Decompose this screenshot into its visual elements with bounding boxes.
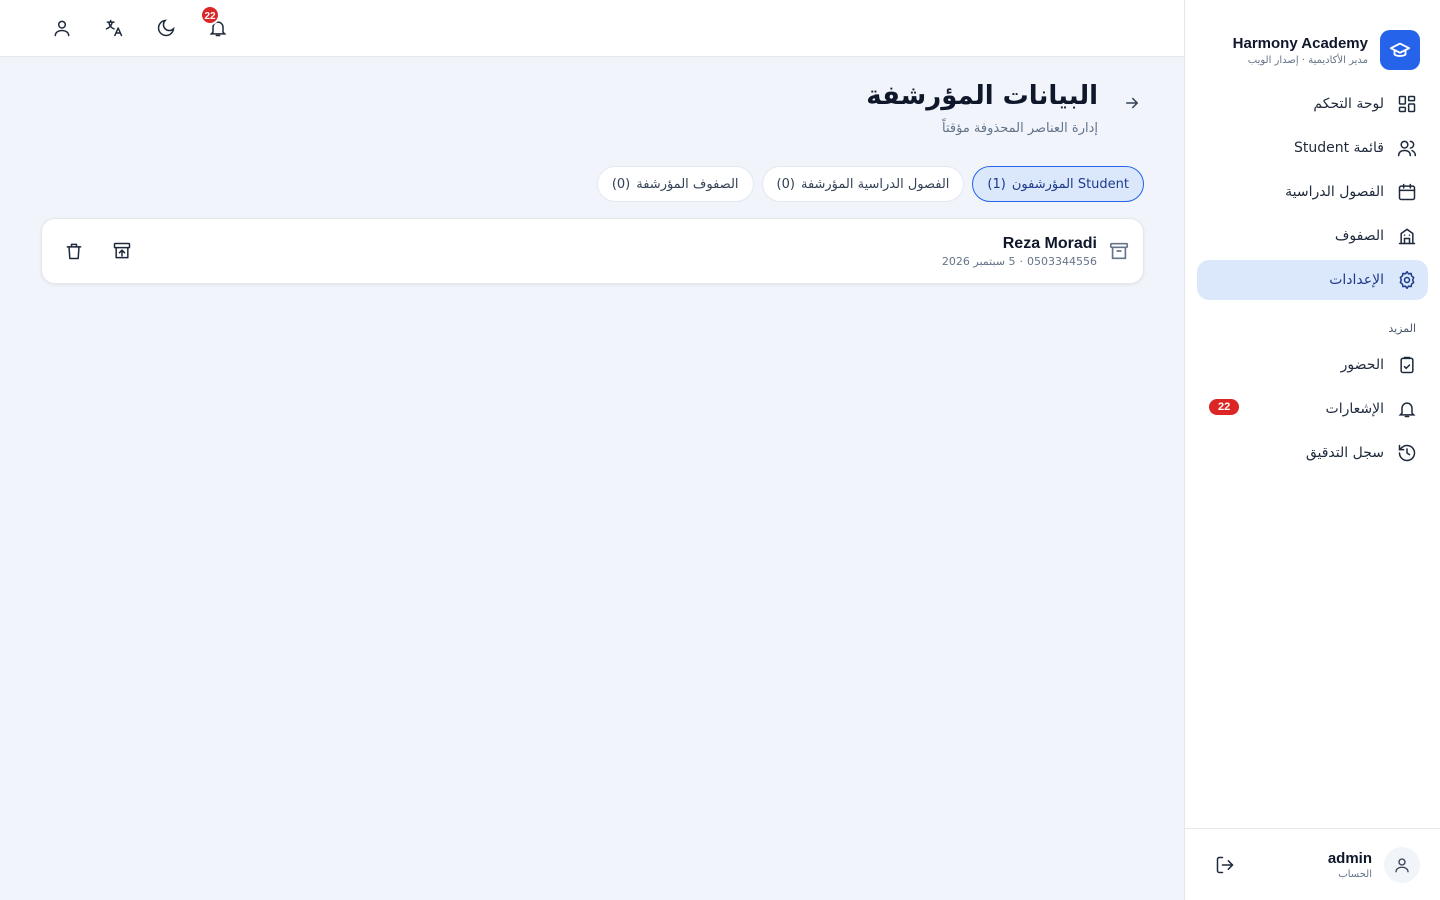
bell-icon	[1396, 398, 1418, 420]
notifications-button[interactable]: 22	[198, 5, 238, 48]
page-title: البيانات المؤرشفة	[866, 81, 1098, 111]
delete-button[interactable]	[54, 231, 94, 271]
notification-count-badge: 22	[200, 5, 220, 25]
record-separator: ·	[1019, 254, 1024, 268]
tab-label: الفصول الدراسية المؤرشفة	[800, 176, 950, 192]
user-icon	[1395, 857, 1409, 872]
archive-icon	[1107, 239, 1131, 263]
tab-count: (0)	[776, 176, 795, 192]
sidebar-item-settings[interactable]: الإعدادات	[1197, 260, 1428, 300]
record-date: 5 سبتمبر 2026	[941, 254, 1016, 268]
list-item: Reza Moradi 0503344556 · 5 سبتمبر 2026	[41, 218, 1144, 284]
tab-count: (0)	[611, 176, 631, 192]
brand-name: Harmony Academy	[1232, 34, 1368, 52]
sidebar-item-dashboard[interactable]: لوحة التحكم	[1197, 84, 1428, 124]
user-icon	[54, 20, 70, 37]
account-panel: admin الحساب	[1185, 828, 1440, 900]
graduation-cap-icon	[1380, 30, 1420, 70]
trash-icon	[66, 243, 82, 260]
page-subtitle: إدارة العناصر المحذوفة مؤقتاً	[942, 121, 1098, 136]
record-phone: 0503344556	[1027, 254, 1097, 268]
brand: Harmony Academy مدير الأكاديمية · إصدار …	[1185, 0, 1440, 80]
sidebar-item-label: الإشعارات	[1325, 401, 1384, 417]
sidebar-item-label: الفصول الدراسية	[1285, 184, 1384, 200]
tab-archived-semesters[interactable]: الفصول الدراسية المؤرشفة (0)	[761, 166, 965, 202]
sidebar-nav: لوحة التحكم قائمة Student الفصول الدراسي…	[1185, 80, 1440, 473]
tab-archived-classes[interactable]: الصفوف المؤرشفة (0)	[596, 166, 754, 202]
main-content: البيانات المؤرشفة إدارة العناصر المحذوفة…	[0, 57, 1184, 900]
profile-button[interactable]	[42, 8, 82, 48]
tab-count: (1)	[987, 176, 1006, 192]
arrow-right-icon	[1126, 97, 1138, 109]
sidebar-item-audit-log[interactable]: سجل التدقيق	[1197, 433, 1428, 473]
tab-archived-students[interactable]: Student المؤرشفون (1)	[972, 166, 1144, 202]
sidebar-item-label: الحضور	[1340, 357, 1384, 373]
sidebar-item-classes[interactable]: الصفوف	[1197, 216, 1428, 256]
logout-button[interactable]	[1205, 845, 1245, 885]
archive-tabs: Student المؤرشفون (1) الفصول الدراسية ال…	[596, 166, 1144, 202]
account-name: admin	[1327, 849, 1372, 867]
sidebar-item-notifications[interactable]: الإشعارات 22	[1197, 389, 1428, 429]
sidebar-item-semesters[interactable]: الفصول الدراسية	[1197, 172, 1428, 212]
logout-icon	[1216, 856, 1234, 873]
sidebar-item-attendance[interactable]: الحضور	[1197, 345, 1428, 385]
record-actions	[54, 231, 142, 271]
sidebar-item-students[interactable]: قائمة Student	[1197, 128, 1428, 168]
theme-toggle-button[interactable]	[146, 8, 186, 48]
moon-icon	[157, 19, 175, 37]
back-button[interactable]	[1120, 91, 1144, 115]
account-role: الحساب	[1338, 868, 1372, 880]
topbar: 22	[0, 0, 1184, 57]
calendar-icon	[1396, 181, 1418, 203]
page-header: البيانات المؤرشفة إدارة العناصر المحذوفة…	[866, 81, 1144, 136]
notification-count-badge: 22	[1209, 399, 1240, 415]
sidebar-item-label: سجل التدقيق	[1305, 445, 1384, 461]
record-meta: 0503344556 · 5 سبتمبر 2026	[942, 255, 1097, 268]
sidebar: Harmony Academy مدير الأكاديمية · إصدار …	[1184, 0, 1440, 900]
language-button[interactable]	[94, 8, 134, 48]
record-name: Reza Moradi	[1002, 234, 1097, 252]
tab-label: Student المؤرشفون	[1011, 176, 1129, 192]
archive-restore-icon	[113, 242, 131, 259]
dashboard-icon	[1396, 93, 1418, 115]
restore-button[interactable]	[102, 231, 142, 271]
gear-icon	[1396, 269, 1418, 291]
brand-subtitle: مدير الأكاديمية · إصدار الويب	[1247, 54, 1368, 66]
clipboard-icon	[1396, 354, 1418, 376]
users-icon	[1396, 137, 1418, 159]
avatar[interactable]	[1384, 846, 1420, 883]
sidebar-item-label: قائمة Student	[1293, 140, 1384, 156]
history-icon	[1396, 442, 1418, 464]
tab-label: الصفوف المؤرشفة	[636, 176, 739, 192]
nav-section-more: المزيد	[1388, 322, 1416, 335]
sidebar-item-label: الإعدادات	[1329, 272, 1384, 288]
translate-icon	[105, 19, 123, 37]
sidebar-item-label: لوحة التحكم	[1313, 96, 1384, 112]
sidebar-item-label: الصفوف	[1334, 228, 1384, 244]
building-icon	[1396, 225, 1418, 247]
